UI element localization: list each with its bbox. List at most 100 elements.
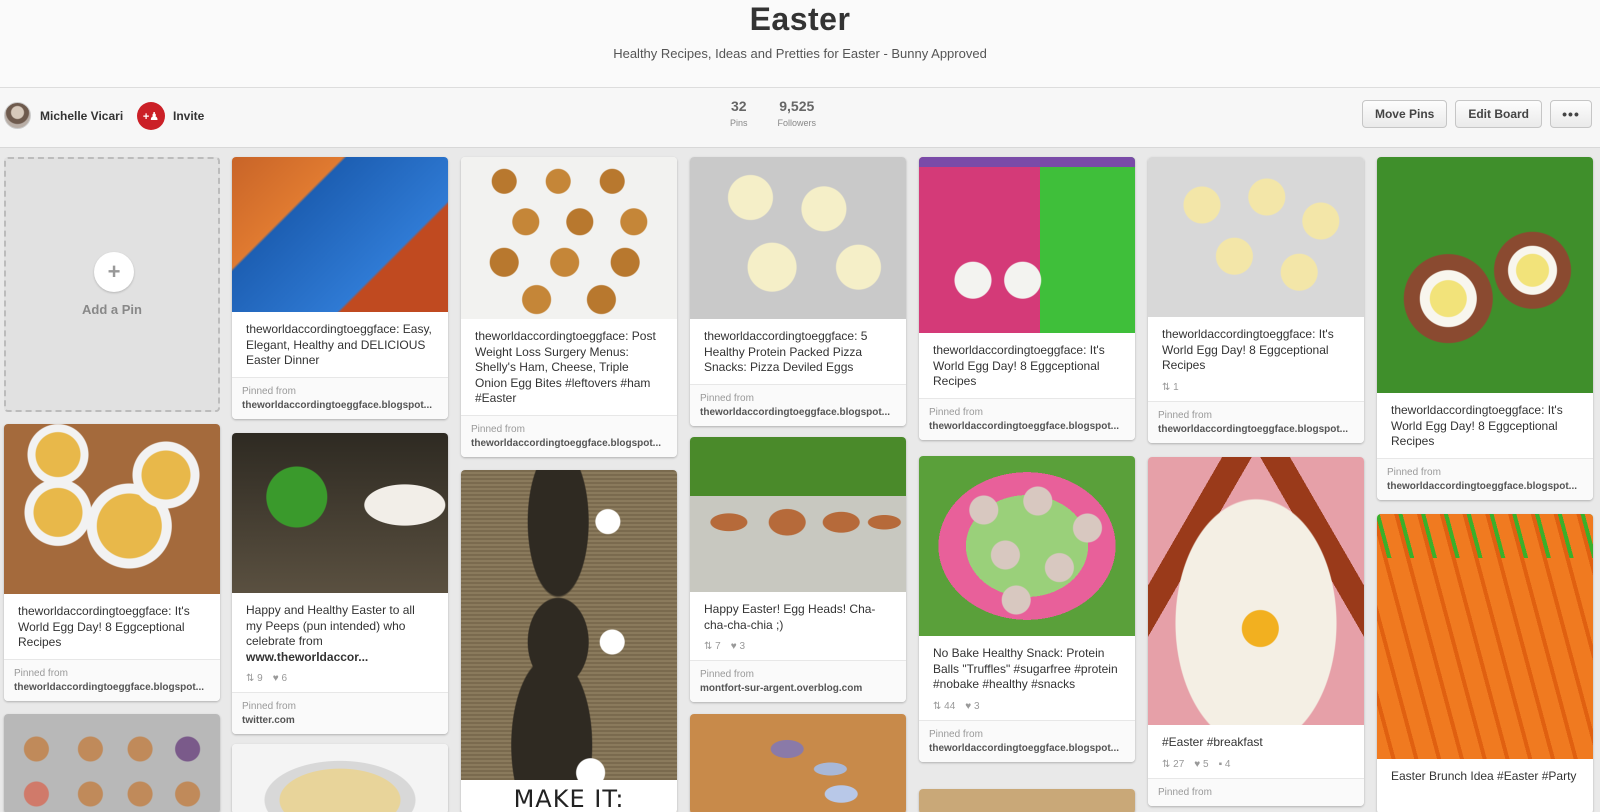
pin-card[interactable]: theworldaccordingtoeggface: Post Weight … <box>461 157 677 457</box>
add-pin-tile[interactable]: + Add a Pin <box>4 157 220 412</box>
edit-board-button[interactable]: Edit Board <box>1455 100 1542 128</box>
pin-source[interactable]: Pinned from theworldaccordingtoeggface.b… <box>1148 400 1364 443</box>
pin-source[interactable]: Pinned from theworldaccordingtoeggface.b… <box>232 376 448 419</box>
move-pins-button[interactable]: Move Pins <box>1361 100 1448 128</box>
source-domain[interactable]: twitter.com <box>242 715 438 726</box>
pin-grid: + Add a Pin theworldaccordingtoeggface: … <box>0 148 1600 812</box>
pin-source[interactable]: Pinned from twitter.com <box>232 692 448 734</box>
pin-card[interactable]: Easter Brunch Idea #Easter #Party <box>1377 514 1593 812</box>
pin-description: #Easter #breakfast <box>1162 735 1263 749</box>
like-count-value: 3 <box>739 641 746 652</box>
like-count: ♥ 5 <box>1194 759 1208 770</box>
pin-image[interactable] <box>1148 457 1364 725</box>
pin-source[interactable]: Pinned from theworldaccordingtoeggface.b… <box>1377 457 1593 500</box>
invite-label[interactable]: Invite <box>173 109 204 123</box>
like-count-value: 5 <box>1203 758 1209 770</box>
pin-card[interactable]: theworldaccordingtoeggface: It's World E… <box>1377 157 1593 500</box>
more-options-button[interactable]: ••• <box>1550 100 1592 128</box>
pin-image[interactable] <box>690 714 906 812</box>
pin-description-link[interactable]: www.theworldaccor... <box>246 650 368 664</box>
board-stats: 32 Pins 9,525 Followers <box>730 98 816 128</box>
pin-description: theworldaccordingtoeggface: Post Weight … <box>475 329 656 405</box>
pin-card[interactable] <box>919 789 1135 812</box>
pin-card[interactable]: Happy Easter! Egg Heads! Cha-cha-cha-chi… <box>690 437 906 702</box>
repin-icon: ⇅ <box>704 641 716 652</box>
comment-count-value: 4 <box>1224 758 1231 770</box>
pin-card[interactable] <box>4 714 220 812</box>
pin-image[interactable] <box>690 157 906 319</box>
source-domain[interactable]: theworldaccordingtoeggface.blogspot... <box>1387 481 1583 492</box>
pin-image[interactable] <box>232 157 448 312</box>
pin-image[interactable] <box>4 424 220 594</box>
repin-icon: ⇅ <box>1162 381 1174 393</box>
owner-name[interactable]: Michelle Vicari <box>40 109 123 123</box>
avatar[interactable] <box>4 102 31 129</box>
repin-count-value: 1 <box>1173 381 1179 393</box>
source-domain[interactable]: theworldaccordingtoeggface.blogspot... <box>700 407 896 418</box>
like-count-value: 6 <box>281 673 288 684</box>
pin-image[interactable] <box>461 157 677 319</box>
pin-source[interactable]: Pinned from <box>1148 777 1364 806</box>
pin-card[interactable]: Happy and Healthy Easter to all my Peeps… <box>232 433 448 734</box>
pins-count-label: Pins <box>730 118 748 128</box>
add-person-icon[interactable]: +♟ <box>137 102 165 130</box>
invite-button[interactable]: +♟ Invite <box>137 102 204 130</box>
pinned-from-label: Pinned from <box>1158 786 1212 798</box>
pin-image[interactable] <box>232 433 448 593</box>
source-domain[interactable]: theworldaccordingtoeggface.blogspot... <box>929 421 1125 432</box>
plus-icon[interactable]: + <box>94 252 134 292</box>
followers-count[interactable]: 9,525 Followers <box>778 98 817 128</box>
pin-image[interactable]: MAKE IT: <box>461 470 677 812</box>
pin-description: No Bake Healthy Snack: Protein Balls "Tr… <box>933 646 1118 691</box>
repin-count: ⇅ 44 <box>933 701 955 712</box>
add-pin-label[interactable]: Add a Pin <box>6 302 218 317</box>
source-domain[interactable]: theworldaccordingtoeggface.blogspot... <box>242 400 438 411</box>
repin-count: ⇅ 27 <box>1162 759 1184 770</box>
source-domain[interactable]: theworldaccordingtoeggface.blogspot... <box>1158 424 1354 435</box>
pin-image-caption: MAKE IT: <box>461 780 677 812</box>
pin-image[interactable] <box>919 456 1135 636</box>
source-domain[interactable]: theworldaccordingtoeggface.blogspot... <box>929 743 1125 754</box>
pin-image[interactable] <box>4 714 220 812</box>
heart-icon: ♥ <box>1194 758 1204 770</box>
source-domain[interactable]: theworldaccordingtoeggface.blogspot... <box>14 682 210 693</box>
pin-source[interactable]: Pinned from theworldaccordingtoeggface.b… <box>919 719 1135 762</box>
pin-card[interactable]: theworldaccordingtoeggface: It's World E… <box>1148 157 1364 443</box>
pin-source[interactable]: Pinned from theworldaccordingtoeggface.b… <box>4 658 220 701</box>
like-count: ♥ 3 <box>965 701 979 712</box>
pin-card[interactable]: No Bake Healthy Snack: Protein Balls "Tr… <box>919 456 1135 762</box>
followers-count-value: 9,525 <box>779 98 815 114</box>
pin-description: theworldaccordingtoeggface: Easy, Elegan… <box>246 322 432 367</box>
pin-image[interactable] <box>1377 514 1593 759</box>
pin-source[interactable]: Pinned from montfort-sur-argent.overblog… <box>690 660 906 702</box>
followers-count-label: Followers <box>777 118 817 128</box>
pin-image[interactable] <box>1377 157 1593 393</box>
pinned-from-label: Pinned from <box>242 701 296 712</box>
pin-image[interactable] <box>690 437 906 592</box>
pin-card[interactable]: theworldaccordingtoeggface: 5 Healthy Pr… <box>690 157 906 426</box>
source-domain[interactable]: theworldaccordingtoeggface.blogspot... <box>471 438 667 449</box>
pin-source[interactable]: Pinned from theworldaccordingtoeggface.b… <box>690 383 906 426</box>
pin-image[interactable] <box>919 789 1135 812</box>
repin-count-value: 44 <box>944 700 956 712</box>
pin-card[interactable]: theworldaccordingtoeggface: Easy, Elegan… <box>232 157 448 419</box>
pin-source[interactable]: Pinned from theworldaccordingtoeggface.b… <box>919 397 1135 440</box>
pin-stats: ⇅ 9 ♥ 6 <box>232 673 448 692</box>
pin-image[interactable] <box>919 157 1135 333</box>
pin-card[interactable]: MAKE IT: <box>461 470 677 812</box>
pin-card[interactable] <box>690 714 906 812</box>
repin-count-value: 7 <box>715 641 721 652</box>
board-actions: Move Pins Edit Board ••• <box>1361 100 1592 128</box>
pin-image[interactable] <box>1148 157 1364 317</box>
source-domain[interactable]: montfort-sur-argent.overblog.com <box>700 683 896 694</box>
pin-card[interactable]: theworldaccordingtoeggface: It's World E… <box>919 157 1135 440</box>
board-owner[interactable]: Michelle Vicari <box>4 102 123 129</box>
pin-card[interactable]: #Easter #breakfast ⇅ 27 ♥ 5 ▪ 4 Pinned f… <box>1148 457 1364 806</box>
pin-card[interactable]: theworldaccordingtoeggface: It's World E… <box>4 424 220 701</box>
pinned-from-label: Pinned from <box>242 385 296 397</box>
pin-source[interactable]: Pinned from theworldaccordingtoeggface.b… <box>461 414 677 457</box>
pins-count[interactable]: 32 Pins <box>730 98 748 128</box>
pin-image[interactable] <box>232 744 448 812</box>
repin-count-value: 27 <box>1173 758 1185 770</box>
pin-card[interactable] <box>232 744 448 812</box>
